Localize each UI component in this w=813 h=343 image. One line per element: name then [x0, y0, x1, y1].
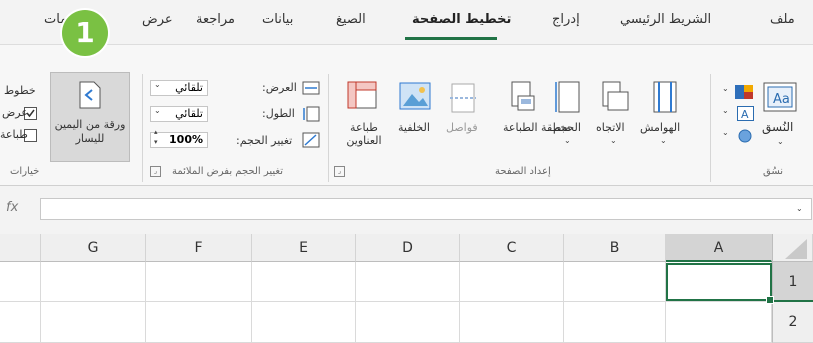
gridlines-view-label: عرض	[2, 106, 28, 119]
group-divider	[710, 74, 711, 182]
cell-c2[interactable]	[460, 302, 564, 343]
orientation-label[interactable]: الاتجاه	[596, 121, 625, 134]
scale-spinner[interactable]: 100%	[150, 132, 208, 148]
cell-e1[interactable]	[252, 262, 356, 302]
sheet-rtl-label: ورقة من اليمين لليسار	[54, 118, 126, 145]
column-header-e[interactable]: E	[252, 234, 356, 262]
print-titles-icon[interactable]	[346, 80, 378, 116]
column-header-b[interactable]: B	[564, 234, 666, 262]
cell-c1[interactable]	[460, 262, 564, 302]
page-setup-dialog-launcher[interactable]: ⌟	[334, 166, 345, 177]
print-titles-label[interactable]: طباعة العناوين	[344, 121, 384, 147]
themes-group-label: نسُق	[763, 166, 784, 177]
column-header-f[interactable]: F	[146, 234, 252, 262]
scale-dialog-launcher[interactable]: ⌟	[150, 166, 161, 177]
tab-formulas[interactable]: الصيغ	[336, 12, 366, 27]
scale-label: تغيير الحجم:	[236, 134, 293, 147]
cell-d2[interactable]	[356, 302, 460, 343]
tab-page-layout[interactable]: تخطيط الصفحة	[412, 12, 511, 27]
themes-label[interactable]: النُسق	[762, 120, 793, 134]
width-icon	[302, 80, 320, 99]
row-header-1[interactable]: 1	[772, 262, 813, 302]
height-label: الطول:	[262, 107, 295, 120]
chevron-down-icon: ⌄	[154, 106, 161, 115]
sheet-rtl-icon	[78, 80, 102, 114]
chevron-down-icon: ⌄	[154, 80, 161, 89]
print-area-icon[interactable]	[506, 80, 536, 118]
formula-bar: fx ⌄	[0, 192, 813, 226]
column-header-c[interactable]: C	[460, 234, 564, 262]
chevron-down-icon: ⌄	[564, 136, 571, 145]
breaks-label[interactable]: فواصل	[446, 121, 478, 134]
cell-b1[interactable]	[564, 262, 666, 302]
scale-icon	[302, 132, 320, 152]
gridlines-print-label: طباعة	[0, 128, 28, 141]
active-tab-underline	[405, 37, 497, 40]
chevron-down-icon: ⌄	[722, 128, 729, 137]
background-label[interactable]: الخلفية	[398, 121, 430, 134]
chevron-down-icon: ⌄	[722, 106, 729, 115]
active-cell-a1[interactable]	[666, 263, 772, 301]
column-header-a[interactable]: A	[666, 234, 772, 262]
height-value: تلقائي	[175, 107, 203, 120]
cell-g2[interactable]	[41, 302, 146, 343]
excel-window: ملف الشريط الرئيسي إدراج تخطيط الصفحة ال…	[0, 0, 813, 343]
margins-label[interactable]: الهوامش	[640, 121, 680, 134]
group-divider	[142, 74, 143, 182]
tab-review[interactable]: مراجعة	[196, 12, 235, 27]
effects-icon[interactable]	[737, 128, 755, 148]
page-setup-group-label: إعداد الصفحة	[495, 166, 551, 177]
tab-home[interactable]: الشريط الرئيسي	[620, 12, 711, 27]
background-icon[interactable]	[399, 82, 431, 116]
select-all-corner[interactable]	[772, 234, 813, 262]
column-header-partial	[0, 234, 41, 262]
tab-data[interactable]: بيانات	[262, 12, 293, 27]
width-value: تلقائي	[175, 81, 203, 94]
spin-up-icon[interactable]: ▴	[154, 128, 158, 136]
width-label: العرض:	[262, 81, 297, 94]
cell[interactable]	[0, 262, 41, 302]
column-header-g[interactable]: G	[41, 234, 146, 262]
ribbon-tabs: ملف الشريط الرئيسي إدراج تخطيط الصفحة ال…	[0, 0, 813, 44]
orientation-icon[interactable]	[600, 80, 630, 118]
cell-e2[interactable]	[252, 302, 356, 343]
formula-input[interactable]	[40, 198, 812, 220]
cell-f2[interactable]	[146, 302, 252, 343]
chevron-down-icon: ⌄	[660, 136, 667, 145]
insert-function-icon[interactable]: fx	[6, 200, 18, 215]
step-number-badge: 1	[62, 10, 108, 56]
gridlines-label: خطوط	[4, 84, 36, 97]
colors-icon[interactable]	[735, 84, 755, 103]
group-divider	[328, 74, 329, 182]
margins-icon[interactable]	[650, 80, 680, 118]
scale-group-label: تغيير الحجم بفرض الملائمة	[172, 166, 284, 177]
print-area-label[interactable]: منطقة الطباعة	[503, 121, 571, 134]
row-header-2[interactable]: 2	[772, 302, 813, 343]
cell-g1[interactable]	[41, 262, 146, 302]
size-icon[interactable]	[553, 80, 583, 118]
scale-value: 100%	[169, 133, 203, 146]
fill-handle[interactable]	[766, 296, 774, 304]
cell[interactable]	[0, 302, 41, 343]
sheet-options-group-label: خيارات	[10, 166, 40, 177]
spin-down-icon[interactable]: ▾	[154, 138, 158, 146]
cell-a2[interactable]	[666, 302, 772, 343]
cell-d1[interactable]	[356, 262, 460, 302]
cell-b2[interactable]	[564, 302, 666, 343]
cell-f1[interactable]	[146, 262, 252, 302]
tab-insert[interactable]: إدراج	[552, 12, 580, 27]
svg-text:A: A	[741, 108, 749, 121]
expand-formula-bar-icon[interactable]: ⌄	[796, 204, 803, 213]
tab-view[interactable]: عرض	[142, 12, 173, 27]
breaks-icon[interactable]	[448, 82, 478, 118]
tab-file[interactable]: ملف	[770, 12, 795, 27]
chevron-down-icon: ⌄	[610, 136, 617, 145]
fonts-icon[interactable]: A	[737, 106, 755, 126]
height-icon	[302, 106, 320, 126]
chevron-down-icon: ⌄	[722, 84, 729, 93]
chevron-down-icon: ⌄	[777, 137, 784, 146]
svg-text:Aa: Aa	[773, 92, 790, 107]
themes-icon[interactable]: Aa	[763, 82, 797, 116]
column-header-d[interactable]: D	[356, 234, 460, 262]
